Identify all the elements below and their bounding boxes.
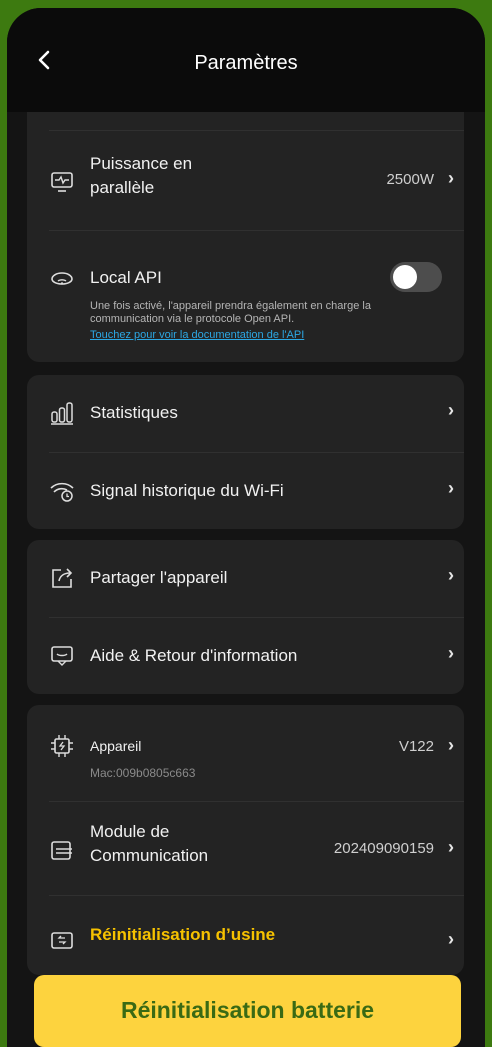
device-row[interactable]: Appareil Mac:009b0805c663 V122 ›	[27, 705, 464, 793]
statistics-row[interactable]: Statistiques ›	[27, 375, 464, 452]
page-title: Paramètres	[194, 52, 298, 74]
power-settings-card: Puissance en parallèle 2500W › Local API …	[27, 112, 464, 362]
help-feedback-label: Aide & Retour d'information	[90, 646, 298, 665]
parallel-power-label: Puissance en parallèle	[90, 152, 192, 200]
statistics-label: Statistiques	[90, 403, 178, 422]
parallel-power-label-line2: parallèle	[90, 178, 155, 197]
local-api-toggle[interactable]	[390, 262, 442, 292]
chevron-right-icon: ›	[448, 400, 454, 420]
monitor-pulse-icon	[49, 169, 75, 195]
chevron-right-icon: ›	[448, 735, 454, 755]
chevron-right-icon: ›	[448, 565, 454, 585]
chevron-right-icon: ›	[448, 837, 454, 857]
divider	[49, 130, 464, 131]
device-label: Appareil	[90, 738, 142, 754]
help-feedback-row[interactable]: Aide & Retour d'information ›	[27, 617, 464, 694]
comm-module-row[interactable]: Module de Communication 202409090159 ›	[27, 801, 464, 891]
header-bar: Paramètres	[7, 8, 485, 112]
cloud-wifi-icon	[49, 265, 75, 291]
toggle-knob	[393, 265, 417, 289]
chevron-right-icon: ›	[448, 929, 454, 949]
reset-icon	[49, 928, 75, 954]
share-icon	[49, 565, 75, 591]
chevron-right-icon: ›	[448, 643, 454, 663]
device-mac: Mac:009b0805c663	[90, 766, 196, 780]
api-docs-link[interactable]: Touchez pour voir la documentation de l'…	[90, 329, 304, 341]
phone-screen: Paramètres Puissance en parallèle 2500W ›…	[7, 8, 485, 1047]
module-icon	[49, 838, 75, 864]
factory-reset-label: Réinitialisation d’usine	[90, 925, 276, 944]
comm-module-label-line2: Communication	[90, 846, 209, 865]
parallel-power-label-line1: Puissance en	[90, 154, 193, 173]
comm-module-value: 202409090159	[333, 840, 434, 857]
wifi-history-icon	[49, 478, 75, 504]
chevron-right-icon: ›	[448, 478, 454, 498]
device-info-card: Appareil Mac:009b0805c663 V122 › Module …	[27, 705, 464, 975]
local-api-description: Une fois activé, l'appareil prendra égal…	[90, 300, 371, 325]
feedback-icon	[49, 643, 75, 669]
battery-reset-badge: Réinitialisation batterie	[34, 975, 461, 1047]
share-help-card: Partager l'appareil › Aide & Retour d'in…	[27, 540, 464, 694]
comm-module-label-line1: Module de	[90, 822, 170, 841]
parallel-power-value: 2500W	[386, 171, 434, 188]
chip-icon	[49, 733, 75, 759]
bar-chart-icon	[49, 400, 75, 426]
local-api-label: Local API	[90, 268, 162, 287]
device-version: V122	[398, 738, 434, 755]
wifi-history-label: Signal historique du Wi-Fi	[90, 481, 284, 500]
factory-reset-row[interactable]: Réinitialisation d’usine ›	[27, 895, 464, 973]
comm-module-label: Module de Communication	[90, 820, 208, 868]
divider	[49, 230, 464, 231]
share-device-row[interactable]: Partager l'appareil ›	[27, 540, 464, 617]
chevron-right-icon: ›	[448, 168, 454, 188]
share-device-label: Partager l'appareil	[90, 568, 228, 587]
wifi-history-row[interactable]: Signal historique du Wi-Fi ›	[27, 452, 464, 529]
local-api-row: Local API Une fois activé, l'appareil pr…	[27, 252, 464, 352]
stats-card: Statistiques › Signal historique du Wi-F…	[27, 375, 464, 529]
parallel-power-row[interactable]: Puissance en parallèle 2500W ›	[27, 142, 464, 222]
